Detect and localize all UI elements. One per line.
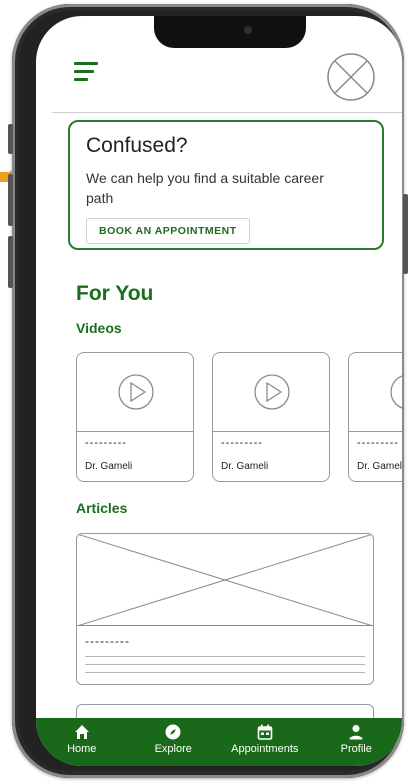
compass-icon [165,724,181,740]
text-line [85,664,365,665]
side-button [8,236,13,288]
nav-label: Home [67,743,97,755]
nav-label: Appointments [231,743,299,755]
card-divider [349,431,402,432]
nav-item-explore[interactable]: Explore [128,718,220,766]
user-icon [349,725,363,740]
play-icon [390,375,402,409]
promo-title: Confused? [86,134,188,157]
card-divider [77,431,193,432]
article-title: --------- [85,634,130,648]
side-button [8,174,13,226]
avatar-placeholder-icon[interactable] [326,52,376,102]
video-title: --------- [357,437,399,449]
nav-item-home[interactable]: Home [36,718,128,766]
nav-item-appointments[interactable]: Appointments [219,718,311,766]
videos-heading: Videos [76,320,122,336]
nav-item-profile[interactable]: Profile [311,718,403,766]
video-author: Dr. Gameli [357,461,402,472]
section-title: For You [76,282,154,305]
app-screen: Confused? We can help you find a suitabl… [36,16,402,766]
video-author: Dr. Gameli [221,461,269,472]
video-title: --------- [221,437,263,449]
video-card[interactable]: --------- Dr. Gameli [212,352,330,482]
text-line [85,656,365,657]
text-line [85,672,365,673]
video-title: --------- [85,437,127,449]
promo-text: We can help you find a suitable career p… [86,170,324,206]
header-divider [52,112,402,113]
video-card[interactable]: --------- Dr. Gameli [348,352,402,482]
image-placeholder-icon [77,534,373,626]
nav-label: Profile [340,743,372,755]
notch [154,16,306,48]
home-icon [74,725,89,739]
articles-heading: Articles [76,500,128,516]
nav-label: Explore [154,743,192,755]
hamburger-icon[interactable] [74,62,98,84]
card-divider [213,431,329,432]
bottom-nav: Home Explore Appointments Profile [36,718,402,766]
promo-card: Confused? We can help you find a suitabl… [68,120,384,250]
phone-frame: Confused? We can help you find a suitabl… [8,4,408,778]
video-author: Dr. Gameli [85,461,133,472]
play-icon [118,374,154,410]
video-card[interactable]: --------- Dr. Gameli [76,352,194,482]
article-card[interactable]: --------- [76,533,374,685]
side-button [8,124,13,154]
camera-icon [244,26,252,34]
book-appointment-button[interactable]: BOOK AN APPOINTMENT [86,218,250,244]
play-icon [254,374,290,410]
power-button [403,194,408,274]
calendar-icon [257,724,273,740]
